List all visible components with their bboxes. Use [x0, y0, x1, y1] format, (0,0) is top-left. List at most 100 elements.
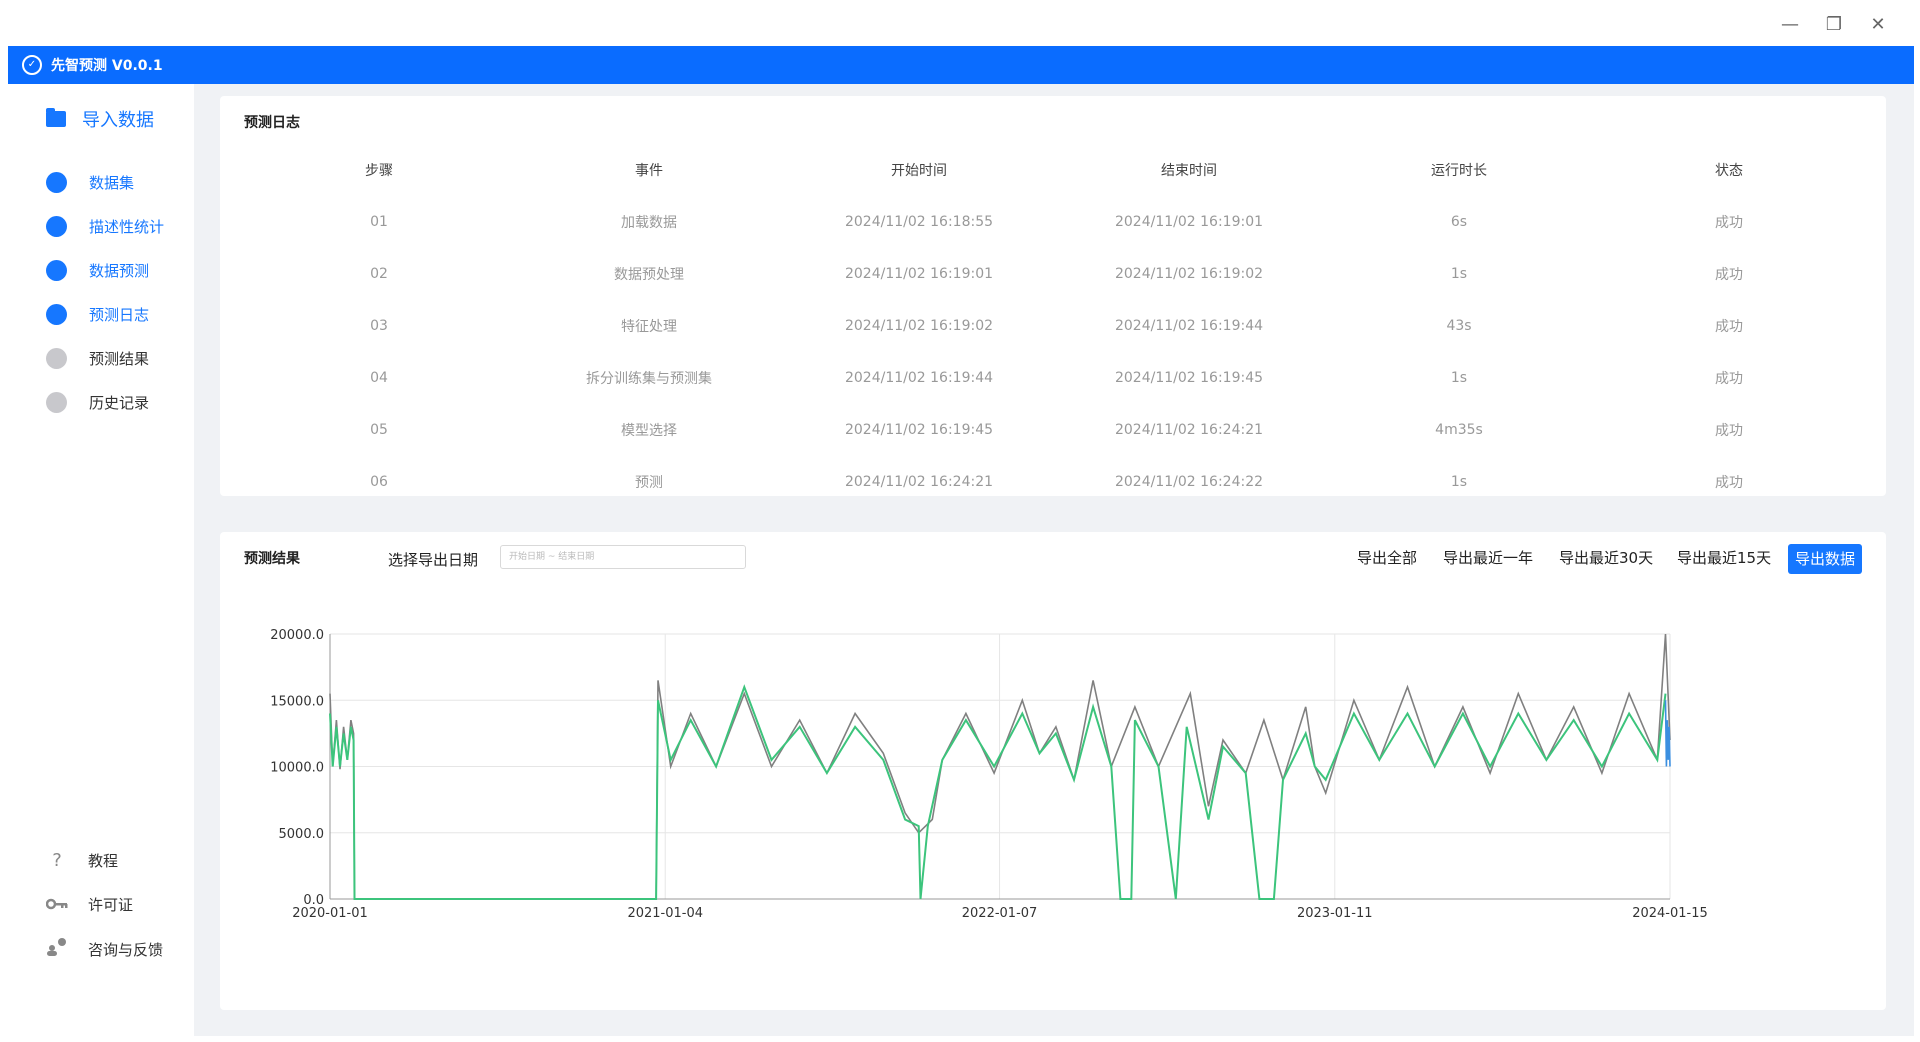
license-link[interactable]: 许可证	[45, 894, 134, 915]
forecast-result-card: 预测结果 选择导出日期 开始日期 ~ 结束日期 导出全部 导出最近一年 导出最近…	[220, 532, 1886, 1010]
main-content: 预测日志 步骤 事件 开始时间 结束时间 运行时长 状态 01 加载数据 202…	[194, 84, 1914, 1036]
table-cell: 2024/11/02 16:19:44	[844, 370, 994, 386]
key-icon	[45, 894, 68, 915]
table-cell: 2024/11/02 16:18:55	[844, 214, 994, 230]
close-icon[interactable]: ✕	[1863, 10, 1893, 40]
sidebar-item-data-forecast[interactable]: 数据预测	[46, 260, 149, 281]
column-header: 运行时长	[1431, 163, 1487, 179]
table-cell: 05	[370, 422, 388, 438]
table-row: 06 预测 2024/11/02 16:24:21 2024/11/02 16:…	[244, 456, 1864, 508]
fitted-series-line	[329, 684, 1667, 900]
question-icon: ?	[52, 850, 62, 871]
restore-icon[interactable]: ❐	[1819, 10, 1849, 40]
window-bar: — ❐ ✕	[0, 0, 1920, 46]
column-header: 状态	[1715, 163, 1743, 179]
table-cell: 模型选择	[621, 423, 677, 439]
status-dot-icon	[46, 260, 67, 281]
table-cell: 成功	[1715, 371, 1743, 387]
table-cell: 成功	[1715, 215, 1743, 231]
table-cell: 06	[370, 474, 388, 490]
column-header: 开始时间	[891, 163, 947, 179]
folder-icon	[46, 108, 66, 127]
minimize-icon[interactable]: —	[1775, 10, 1805, 40]
feedback-link[interactable]: 咨询与反馈	[46, 938, 163, 961]
table-cell: 特征处理	[621, 319, 677, 335]
y-tick-label: 10000.0	[270, 761, 324, 776]
sidebar-item-dataset[interactable]: 数据集	[46, 172, 134, 193]
app-titlebar: ✓ 先智预测 V0.0.1	[8, 46, 1914, 84]
column-header: 结束时间	[1161, 163, 1217, 179]
table-cell: 2024/11/02 16:24:21	[1114, 422, 1264, 438]
x-tick-label: 2024-01-15	[1632, 906, 1708, 921]
status-dot-icon	[46, 392, 67, 413]
table-cell: 成功	[1715, 319, 1743, 335]
app-logo-icon: ✓	[22, 55, 42, 75]
table-cell: 2024/11/02 16:19:01	[1114, 214, 1264, 230]
table-cell: 2024/11/02 16:19:01	[844, 266, 994, 282]
table-row: 02 数据预处理 2024/11/02 16:19:01 2024/11/02 …	[244, 248, 1864, 300]
status-dot-icon	[46, 304, 67, 325]
forecast-log-table: 步骤 事件 开始时间 结束时间 运行时长 状态 01 加载数据 2024/11/…	[244, 144, 1864, 508]
table-row: 05 模型选择 2024/11/02 16:19:45 2024/11/02 1…	[244, 404, 1864, 456]
sidebar-item-forecast-result[interactable]: 预测结果	[46, 348, 149, 369]
sidebar-item-descriptive-stats[interactable]: 描述性统计	[46, 216, 164, 237]
sidebar-item-label: 历史记录	[89, 394, 150, 412]
table-cell: 成功	[1715, 423, 1743, 439]
license-label: 许可证	[88, 896, 134, 914]
column-header: 事件	[635, 163, 663, 179]
table-cell: 加载数据	[621, 215, 677, 231]
status-dot-icon	[46, 216, 67, 237]
table-cell: 03	[370, 318, 388, 334]
app-title: 先智预测 V0.0.1	[51, 58, 163, 74]
table-cell: 预测	[635, 475, 663, 491]
table-header-row: 步骤 事件 开始时间 结束时间 运行时长 状态	[244, 144, 1864, 196]
table-cell: 成功	[1715, 475, 1743, 491]
table-row: 03 特征处理 2024/11/02 16:19:02 2024/11/02 1…	[244, 300, 1864, 352]
table-cell: 2024/11/02 16:24:21	[844, 474, 994, 490]
y-tick-label: 5000.0	[279, 827, 325, 842]
table-cell: 2024/11/02 16:19:45	[844, 422, 994, 438]
x-tick-label: 2021-01-04	[627, 906, 703, 921]
import-data-label: 导入数据	[82, 110, 154, 131]
table-cell: 成功	[1715, 267, 1743, 283]
sidebar: 导入数据 数据集 描述性统计 数据预测 预测日志 预测结果 历史记录 ? 教程 …	[8, 84, 194, 1036]
sidebar-item-label: 数据预测	[89, 262, 150, 280]
table-cell: 02	[370, 266, 388, 282]
table-cell: 6s	[1450, 214, 1468, 230]
feedback-label: 咨询与反馈	[88, 941, 164, 959]
table-cell: 1s	[1450, 370, 1468, 386]
y-tick-label: 20000.0	[270, 628, 324, 643]
x-tick-label: 2022-01-07	[962, 906, 1038, 921]
feedback-icon	[46, 938, 68, 961]
table-cell: 43s	[1446, 318, 1472, 334]
tutorial-link[interactable]: ? 教程	[46, 850, 118, 871]
table-cell: 1s	[1450, 266, 1468, 282]
sidebar-item-forecast-log[interactable]: 预测日志	[46, 304, 149, 325]
forecast-chart: 0.05000.010000.015000.020000.02020-01-01…	[270, 628, 1708, 921]
x-tick-label: 2023-01-11	[1297, 906, 1373, 921]
sidebar-item-label: 描述性统计	[89, 218, 165, 236]
sidebar-item-label: 数据集	[89, 174, 135, 192]
y-tick-label: 15000.0	[270, 694, 324, 709]
table-cell: 2024/11/02 16:19:02	[844, 318, 994, 334]
table-row: 04 拆分训练集与预测集 2024/11/02 16:19:44 2024/11…	[244, 352, 1864, 404]
status-dot-icon	[46, 348, 67, 369]
table-cell: 01	[370, 214, 388, 230]
sidebar-item-label: 预测结果	[89, 350, 150, 368]
sidebar-item-label: 预测日志	[89, 306, 150, 324]
import-data-button[interactable]: 导入数据	[46, 106, 154, 132]
table-cell: 1s	[1450, 474, 1468, 490]
forecast-log-card: 预测日志 步骤 事件 开始时间 结束时间 运行时长 状态 01 加载数据 202…	[220, 96, 1886, 496]
table-cell: 2024/11/02 16:19:45	[1114, 370, 1264, 386]
status-dot-icon	[46, 172, 67, 193]
table-cell: 拆分训练集与预测集	[586, 371, 712, 387]
tutorial-label: 教程	[88, 852, 119, 870]
x-tick-label: 2020-01-01	[292, 906, 368, 921]
table-cell: 2024/11/02 16:19:44	[1114, 318, 1264, 334]
table-cell: 2024/11/02 16:24:22	[1114, 474, 1264, 490]
forecast-log-title: 预测日志	[244, 115, 300, 131]
sidebar-item-history[interactable]: 历史记录	[46, 392, 149, 413]
column-header: 步骤	[365, 163, 393, 179]
table-cell: 4m35s	[1435, 422, 1483, 438]
table-cell: 数据预处理	[614, 267, 684, 283]
